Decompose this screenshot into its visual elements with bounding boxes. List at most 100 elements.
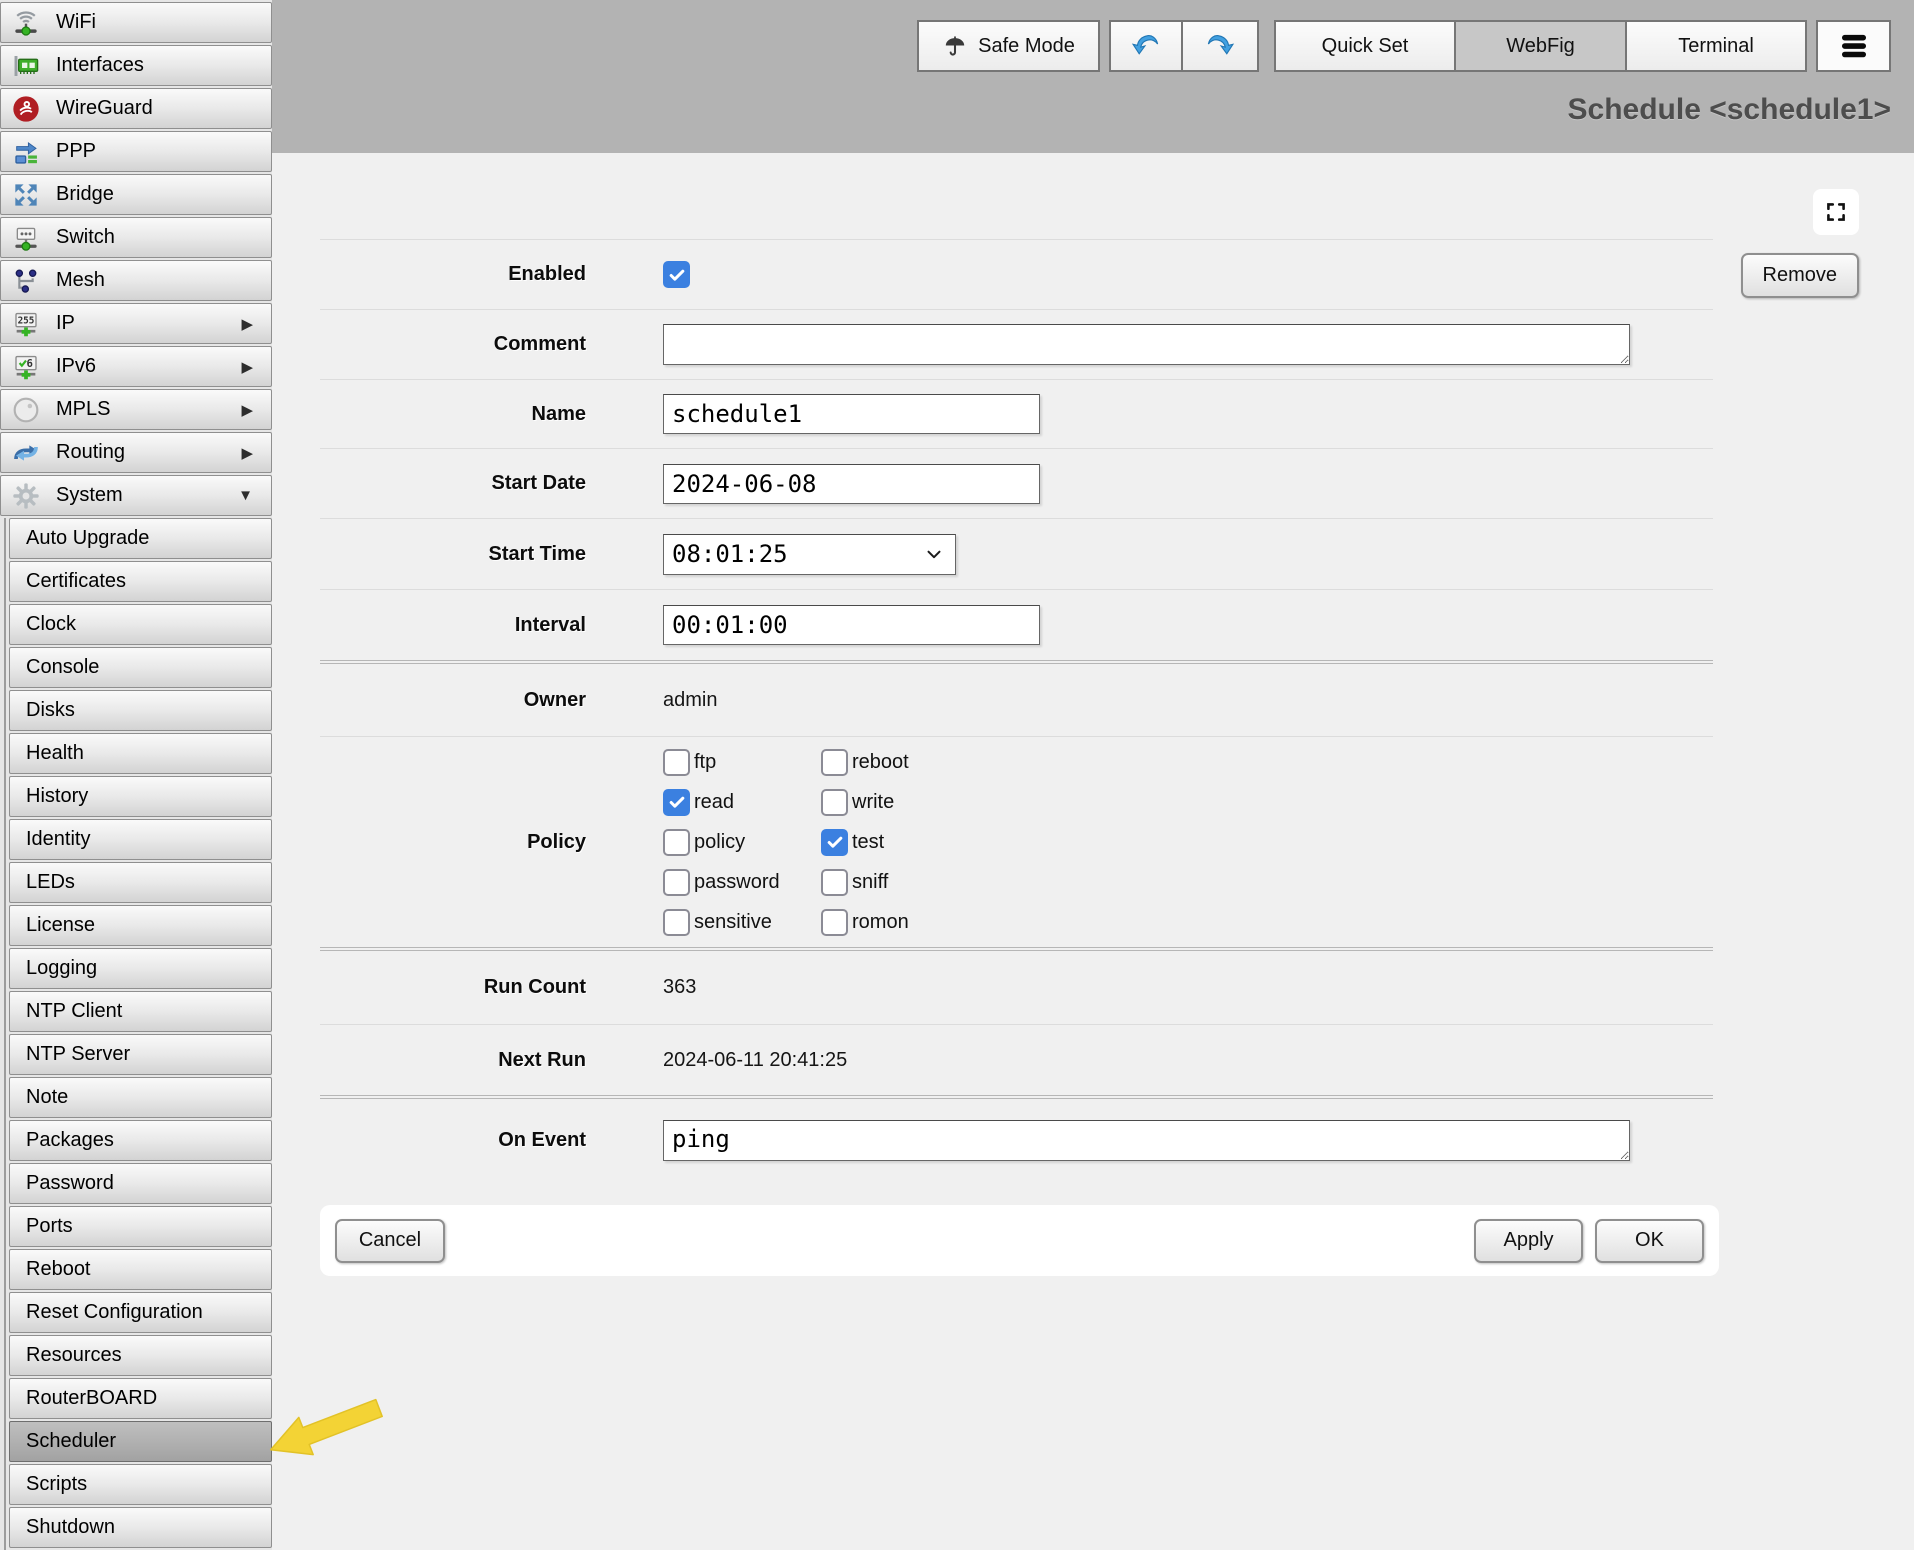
policy-sensitive-checkbox[interactable] bbox=[663, 909, 690, 936]
start-date-input[interactable] bbox=[663, 464, 1040, 504]
sidebar-subitem-label: Packages bbox=[26, 1129, 114, 1152]
ok-button[interactable]: OK bbox=[1595, 1219, 1704, 1263]
sidebar-subitem-identity[interactable]: Identity bbox=[9, 819, 272, 860]
remove-button[interactable]: Remove bbox=[1741, 253, 1859, 298]
sidebar-item-label: PPP bbox=[56, 140, 96, 163]
sidebar-subitem-label: LEDs bbox=[26, 871, 75, 894]
sidebar-subitem-label: Reset Configuration bbox=[26, 1301, 203, 1324]
sidebar-item-mpls[interactable]: MPLS▶ bbox=[0, 389, 272, 430]
undo-redo-group bbox=[1109, 20, 1259, 72]
sidebar-subitem-routerboard[interactable]: RouterBOARD bbox=[9, 1378, 272, 1419]
on-event-input[interactable]: ping bbox=[663, 1120, 1630, 1161]
policy-ftp-checkbox[interactable] bbox=[663, 749, 690, 776]
sidebar-subitem-label: Logging bbox=[26, 957, 97, 980]
apply-button[interactable]: Apply bbox=[1474, 1219, 1583, 1263]
sidebar-subitem-reset-configuration[interactable]: Reset Configuration bbox=[9, 1292, 272, 1333]
sidebar-item-ipv6[interactable]: 6IPv6▶ bbox=[0, 346, 272, 387]
sidebar-subitem-resources[interactable]: Resources bbox=[9, 1335, 272, 1376]
cancel-button[interactable]: Cancel bbox=[335, 1219, 445, 1263]
sidebar-subitem-ports[interactable]: Ports bbox=[9, 1206, 272, 1247]
chevron-right-icon: ▶ bbox=[241, 444, 253, 462]
sidebar-subitem-packages[interactable]: Packages bbox=[9, 1120, 272, 1161]
sidebar-subitem-ntp-client[interactable]: NTP Client bbox=[9, 991, 272, 1032]
policy-option-label: write bbox=[852, 791, 894, 814]
run-count-row: Run Count 363 bbox=[320, 951, 1713, 1024]
policy-sniff-checkbox[interactable] bbox=[821, 869, 848, 896]
redo-button[interactable] bbox=[1181, 20, 1259, 72]
enabled-checkbox[interactable] bbox=[663, 261, 690, 288]
sidebar-subitem-logging[interactable]: Logging bbox=[9, 948, 272, 989]
svg-text:6: 6 bbox=[27, 357, 33, 370]
sidebar-item-label: Switch bbox=[56, 226, 115, 249]
sidebar-subitem-reboot[interactable]: Reboot bbox=[9, 1249, 272, 1290]
schedule-form-panel: Remove Enabled Comment Name Start Date bbox=[272, 153, 1914, 1550]
header-bar: Safe Mode Quick Set bbox=[272, 0, 1914, 153]
sidebar-subitem-certificates[interactable]: Certificates bbox=[9, 561, 272, 602]
sidebar-item-label: Routing bbox=[56, 441, 125, 464]
undo-button[interactable] bbox=[1109, 20, 1183, 72]
sidebar-subitem-history[interactable]: History bbox=[9, 776, 272, 817]
policy-romon-checkbox[interactable] bbox=[821, 909, 848, 936]
sidebar-subitem-auto-upgrade[interactable]: Auto Upgrade bbox=[9, 518, 272, 559]
sidebar-item-wifi[interactable]: WiFi bbox=[0, 2, 272, 43]
policy-policy-checkbox[interactable] bbox=[663, 829, 690, 856]
view-tabs-group: Quick Set WebFig Terminal bbox=[1274, 20, 1807, 72]
comment-input[interactable] bbox=[663, 324, 1630, 365]
sidebar-subitem-disks[interactable]: Disks bbox=[9, 690, 272, 731]
start-time-value: 08:01:25 bbox=[664, 540, 923, 568]
mesh-icon bbox=[8, 263, 44, 299]
undo-arrow-icon bbox=[1129, 29, 1163, 63]
sidebar-item-routing[interactable]: Routing ▶ bbox=[0, 432, 272, 473]
interval-input[interactable] bbox=[663, 605, 1040, 645]
sidebar-subitem-label: History bbox=[26, 785, 88, 808]
interval-label: Interval bbox=[320, 614, 586, 637]
sidebar-subitem-health[interactable]: Health bbox=[9, 733, 272, 774]
sidebar-subitem-scripts[interactable]: Scripts bbox=[9, 1464, 272, 1505]
sidebar-item-label: System bbox=[56, 484, 123, 507]
tab-quick-set[interactable]: Quick Set bbox=[1274, 20, 1456, 72]
sidebar-subitem-console[interactable]: Console bbox=[9, 647, 272, 688]
sidebar-item-bridge[interactable]: Bridge bbox=[0, 174, 272, 215]
fullscreen-button[interactable] bbox=[1813, 189, 1859, 235]
policy-option-reboot: reboot bbox=[821, 749, 909, 776]
toolbar: Safe Mode Quick Set bbox=[272, 20, 1891, 72]
sidebar-item-mesh[interactable]: Mesh bbox=[0, 260, 272, 301]
policy-test-checkbox[interactable] bbox=[821, 829, 848, 856]
sidebar-subitem-scheduler[interactable]: Scheduler bbox=[9, 1421, 272, 1462]
sidebar-item-interfaces[interactable]: Interfaces bbox=[0, 45, 272, 86]
interval-row: Interval bbox=[320, 589, 1713, 660]
policy-option-password: password bbox=[663, 869, 821, 896]
hamburger-menu-button[interactable] bbox=[1816, 20, 1891, 72]
policy-write-checkbox[interactable] bbox=[821, 789, 848, 816]
sidebar-subitem-shutdown[interactable]: Shutdown bbox=[9, 1507, 272, 1548]
sidebar-item-system[interactable]: System▼ bbox=[0, 475, 272, 516]
chevron-right-icon: ▶ bbox=[241, 315, 253, 333]
enabled-label: Enabled bbox=[320, 263, 586, 286]
sidebar-subitem-label: Scripts bbox=[26, 1473, 87, 1496]
safe-mode-button[interactable]: Safe Mode bbox=[917, 20, 1100, 72]
ip-icon: 255 bbox=[8, 306, 44, 342]
policy-read-checkbox[interactable] bbox=[663, 789, 690, 816]
policy-option-label: policy bbox=[694, 831, 745, 854]
sidebar-subitem-label: License bbox=[26, 914, 95, 937]
sidebar-item-switch[interactable]: Switch bbox=[0, 217, 272, 258]
policy-option-label: password bbox=[694, 871, 780, 894]
sidebar-subitem-clock[interactable]: Clock bbox=[9, 604, 272, 645]
policy-password-checkbox[interactable] bbox=[663, 869, 690, 896]
chevron-right-icon: ▶ bbox=[241, 358, 253, 376]
next-run-row: Next Run 2024-06-11 20:41:25 bbox=[320, 1024, 1713, 1095]
sidebar-subitem-leds[interactable]: LEDs bbox=[9, 862, 272, 903]
sidebar-subitem-license[interactable]: License bbox=[9, 905, 272, 946]
sidebar-subitem-ntp-server[interactable]: NTP Server bbox=[9, 1034, 272, 1075]
tab-webfig[interactable]: WebFig bbox=[1454, 20, 1627, 72]
ppp-icon bbox=[8, 134, 44, 170]
sidebar-item-wireguard[interactable]: WireGuard bbox=[0, 88, 272, 129]
sidebar-subitem-note[interactable]: Note bbox=[9, 1077, 272, 1118]
start-time-select[interactable]: 08:01:25 bbox=[663, 534, 956, 575]
name-input[interactable] bbox=[663, 394, 1040, 434]
sidebar-subitem-password[interactable]: Password bbox=[9, 1163, 272, 1204]
tab-terminal[interactable]: Terminal bbox=[1625, 20, 1807, 72]
sidebar-item-ip[interactable]: 255IP▶ bbox=[0, 303, 272, 344]
policy-reboot-checkbox[interactable] bbox=[821, 749, 848, 776]
sidebar-item-ppp[interactable]: PPP bbox=[0, 131, 272, 172]
